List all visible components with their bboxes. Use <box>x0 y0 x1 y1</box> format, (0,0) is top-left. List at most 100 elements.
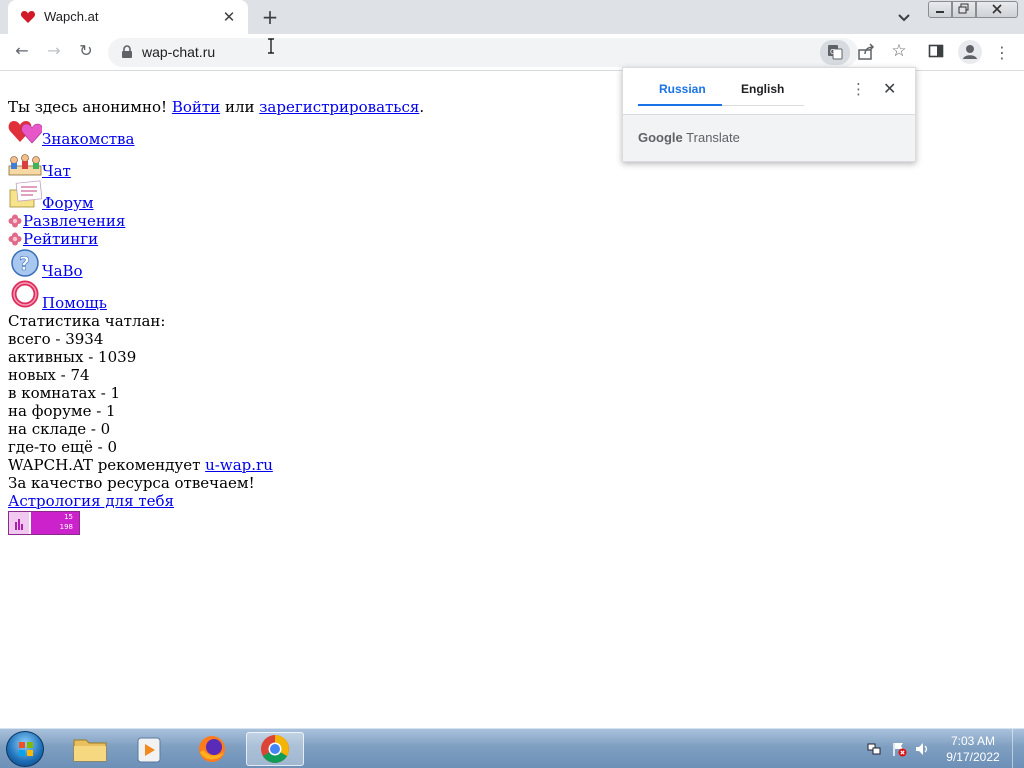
active-tab-underline <box>638 104 722 106</box>
quality-text: За качество ресурса отвечаем! <box>8 474 255 492</box>
login-link[interactable]: Войти <box>172 98 220 116</box>
menu-item-chat[interactable]: Чат <box>42 162 71 180</box>
menu-item-help[interactable]: Помощь <box>42 294 107 312</box>
stat-new: новых - 74 <box>8 366 90 384</box>
astrology-line[interactable]: Астрология для тебя <box>8 492 174 510</box>
lock-icon[interactable] <box>120 45 134 59</box>
translate-footer: Google Translate <box>623 114 915 161</box>
forum-notes-icon <box>9 180 42 208</box>
menu-item-forum[interactable]: Форум <box>42 194 94 212</box>
window-minimize-button[interactable] <box>928 1 952 18</box>
google-wordmark: Google <box>638 130 683 145</box>
tab-search-chevron-icon[interactable] <box>894 7 914 27</box>
svg-text:G: G <box>830 48 835 56</box>
faq-link[interactable]: ЧаВо <box>42 262 83 280</box>
anonymous-notice: Ты здесь анонимно! Войти или зарегистрир… <box>8 98 424 116</box>
url-text[interactable]: wap-chat.ru <box>142 44 215 60</box>
restore-icon <box>958 3 969 14</box>
counter-banner[interactable]: 15 198 <box>8 511 80 535</box>
lifebuoy-icon <box>11 280 39 308</box>
show-desktop-button[interactable] <box>1012 729 1024 768</box>
dating-link[interactable]: Знакомства <box>42 130 134 148</box>
stat-on-forum: на форуме - 1 <box>8 402 116 420</box>
anonymous-text: Ты здесь анонимно! <box>8 98 172 116</box>
clock-time: 7:03 AM <box>950 734 996 748</box>
start-button[interactable] <box>6 731 44 767</box>
clock-date: 9/17/2022 <box>946 750 1000 764</box>
share-icon[interactable] <box>856 42 876 62</box>
stat-active: активных - 1039 <box>8 348 137 366</box>
taskbar-media-player[interactable] <box>124 732 176 766</box>
text-cursor-icon <box>268 38 274 54</box>
forward-button[interactable]: → <box>42 41 66 65</box>
tab-divider <box>722 105 804 106</box>
register-link[interactable]: зарегистрироваться <box>259 98 419 116</box>
tab-russian[interactable]: Russian <box>659 82 706 96</box>
menu-item-entertainment[interactable]: Развлечения <box>23 212 125 230</box>
taskbar-explorer[interactable] <box>64 732 116 766</box>
flower-icon <box>8 214 22 228</box>
stat-elsewhere: где-то ещё - 0 <box>8 438 117 456</box>
profile-avatar[interactable] <box>958 40 982 64</box>
chrome-menu-button[interactable]: ⋮ <box>992 41 1012 65</box>
tab-english[interactable]: English <box>741 82 784 96</box>
recommend-line: WAPCH.AT рекомендует u-wap.ru <box>8 456 273 474</box>
window-restore-button[interactable] <box>952 1 976 18</box>
action-center-flag-icon[interactable] <box>891 741 907 757</box>
menu-item-faq[interactable]: ЧаВо <box>42 262 83 280</box>
tab-title: Wapch.at <box>44 9 99 24</box>
svg-text:?: ? <box>19 253 30 275</box>
help-link[interactable]: Помощь <box>42 294 107 312</box>
stat-total: всего - 3934 <box>8 330 104 348</box>
translate-options-button[interactable]: ⋮ <box>851 80 866 98</box>
network-tray-icon[interactable] <box>866 741 882 757</box>
chat-link[interactable]: Чат <box>42 162 71 180</box>
question-icon: ? <box>11 249 39 277</box>
menu-item-ratings[interactable]: Рейтинги <box>23 230 98 248</box>
firefox-icon <box>199 736 225 762</box>
google-translate-brand: Google Translate <box>638 130 740 145</box>
windows-logo-icon <box>19 742 33 756</box>
browser-toolbar: ← → ↻ wap-chat.ru G ☆ ⋮ <box>0 34 1024 71</box>
stats-title: Статистика чатлан: <box>8 312 166 330</box>
minimize-icon <box>936 11 944 13</box>
new-tab-button[interactable]: + <box>258 5 282 29</box>
windows-taskbar: 7:03 AM 9/17/2022 <box>0 728 1024 768</box>
chrome-icon <box>261 735 289 763</box>
forum-link[interactable]: Форум <box>42 194 94 212</box>
translate-close-button[interactable]: ✕ <box>883 79 896 98</box>
or-text: или <box>220 98 260 116</box>
window-close-button[interactable] <box>976 1 1018 18</box>
reload-button[interactable]: ↻ <box>74 41 98 65</box>
translate-wordmark: Translate <box>686 130 740 145</box>
tab-close-icon[interactable]: ✕ <box>220 8 238 26</box>
astrology-link[interactable]: Астрология для тебя <box>8 492 174 510</box>
recommend-link[interactable]: u-wap.ru <box>205 456 273 474</box>
translate-popup: Russian English ⋮ ✕ Google Translate <box>622 67 916 162</box>
bookmark-star-icon[interactable]: ☆ <box>888 40 910 62</box>
counter-top-value: 15 <box>64 513 73 521</box>
counter-bottom-value: 198 <box>59 523 73 531</box>
address-bar[interactable]: wap-chat.ru G ☆ <box>108 38 907 67</box>
profile-icon <box>963 45 977 59</box>
system-clock[interactable]: 7:03 AM 9/17/2022 <box>938 733 1008 765</box>
chat-people-icon <box>8 154 42 176</box>
tab-strip: Wapch.at ✕ + <box>0 0 1024 34</box>
close-icon <box>992 4 1002 14</box>
volume-tray-icon[interactable] <box>914 741 930 757</box>
media-player-icon <box>137 737 161 763</box>
period-text: . <box>419 98 425 116</box>
side-panel-icon[interactable] <box>928 43 944 59</box>
folder-icon <box>73 739 107 762</box>
menu-item-dating[interactable]: Знакомства <box>42 130 134 148</box>
recommend-text: WAPCH.AT рекомендует <box>8 456 206 474</box>
heart-favicon-icon <box>20 11 36 23</box>
taskbar-firefox[interactable] <box>186 732 238 766</box>
taskbar-chrome[interactable] <box>246 732 304 766</box>
entertainment-link[interactable]: Развлечения <box>23 212 125 230</box>
browser-tab[interactable]: Wapch.at ✕ <box>8 0 248 34</box>
back-button[interactable]: ← <box>10 41 34 65</box>
translate-page-button[interactable]: G <box>820 40 850 65</box>
flower-icon <box>8 232 22 246</box>
ratings-link[interactable]: Рейтинги <box>23 230 98 248</box>
